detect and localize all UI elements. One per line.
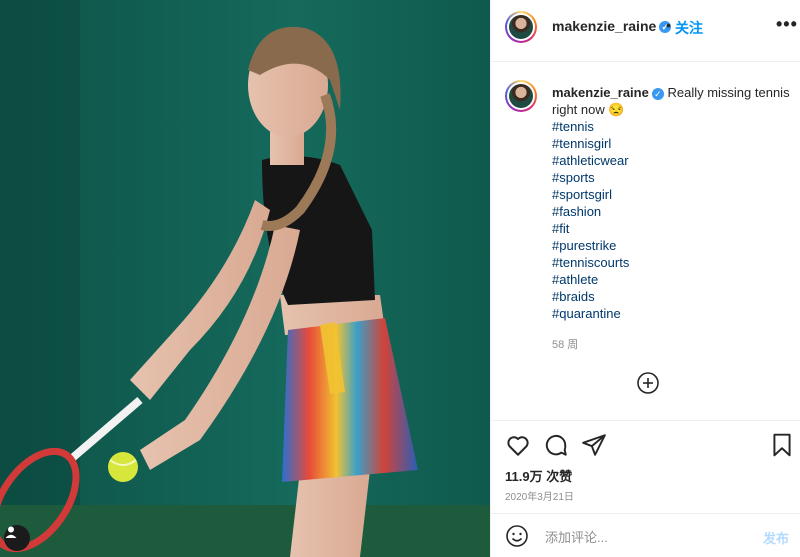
post-photo[interactable] bbox=[0, 0, 490, 557]
comment-bar: 发布 bbox=[491, 513, 800, 557]
like-heart-icon[interactable] bbox=[505, 432, 531, 458]
post-comment-button[interactable]: 发布 bbox=[763, 528, 789, 547]
hashtag[interactable]: #purestrike bbox=[552, 237, 792, 254]
comment-bubble-icon[interactable] bbox=[543, 432, 569, 458]
tagged-user-icon[interactable] bbox=[4, 525, 30, 551]
hashtag[interactable]: #braids bbox=[552, 288, 792, 305]
caption: makenzie_raine ✓ Really missing tennis ri… bbox=[552, 84, 792, 322]
header-username[interactable]: makenzie_raine ✓ bbox=[552, 18, 672, 34]
post-date: 2020年3月21日 bbox=[505, 492, 574, 503]
save-bookmark-icon[interactable] bbox=[769, 432, 795, 458]
load-more-comments-icon[interactable] bbox=[636, 371, 660, 400]
avatar[interactable] bbox=[505, 11, 537, 43]
tennis-player-image bbox=[0, 0, 490, 557]
more-options-icon[interactable]: ••• bbox=[776, 14, 798, 35]
instagram-post: makenzie_raine ✓ • 关注 ••• makenzie_raine ✓… bbox=[0, 0, 800, 557]
hashtag[interactable]: #fashion bbox=[552, 203, 792, 220]
action-bar bbox=[491, 420, 800, 470]
caption-time-ago[interactable]: 58 周 bbox=[552, 336, 578, 352]
hashtag[interactable]: #tennis bbox=[552, 118, 792, 135]
header-separator: • bbox=[666, 17, 671, 33]
like-count[interactable]: 11.9万 次赞 bbox=[505, 466, 572, 485]
caption-username[interactable]: makenzie_raine bbox=[552, 85, 649, 100]
post-header: makenzie_raine ✓ • 关注 ••• bbox=[491, 0, 800, 62]
hashtag[interactable]: #tenniscourts bbox=[552, 254, 792, 271]
hashtag[interactable]: #fit bbox=[552, 220, 792, 237]
caption-avatar[interactable] bbox=[505, 80, 537, 112]
share-paper-plane-icon[interactable] bbox=[581, 432, 607, 458]
hashtag-list: #tennis #tennisgirl #athleticwear #sport… bbox=[552, 118, 792, 322]
person-glyph bbox=[5, 526, 17, 538]
hashtag[interactable]: #sportsgirl bbox=[552, 186, 792, 203]
verified-badge-icon: ✓ bbox=[651, 87, 664, 100]
emoji-smiley-icon[interactable] bbox=[505, 524, 529, 548]
hashtag[interactable]: #tennisgirl bbox=[552, 135, 792, 152]
post-side-panel: makenzie_raine ✓ • 关注 ••• makenzie_raine ✓… bbox=[490, 0, 800, 557]
hashtag[interactable]: #athleticwear bbox=[552, 152, 792, 169]
hashtag[interactable]: #quarantine bbox=[552, 305, 792, 322]
hashtag[interactable]: #sports bbox=[552, 169, 792, 186]
comment-input[interactable] bbox=[543, 525, 747, 549]
follow-button[interactable]: 关注 bbox=[675, 18, 703, 38]
hashtag[interactable]: #athlete bbox=[552, 271, 792, 288]
